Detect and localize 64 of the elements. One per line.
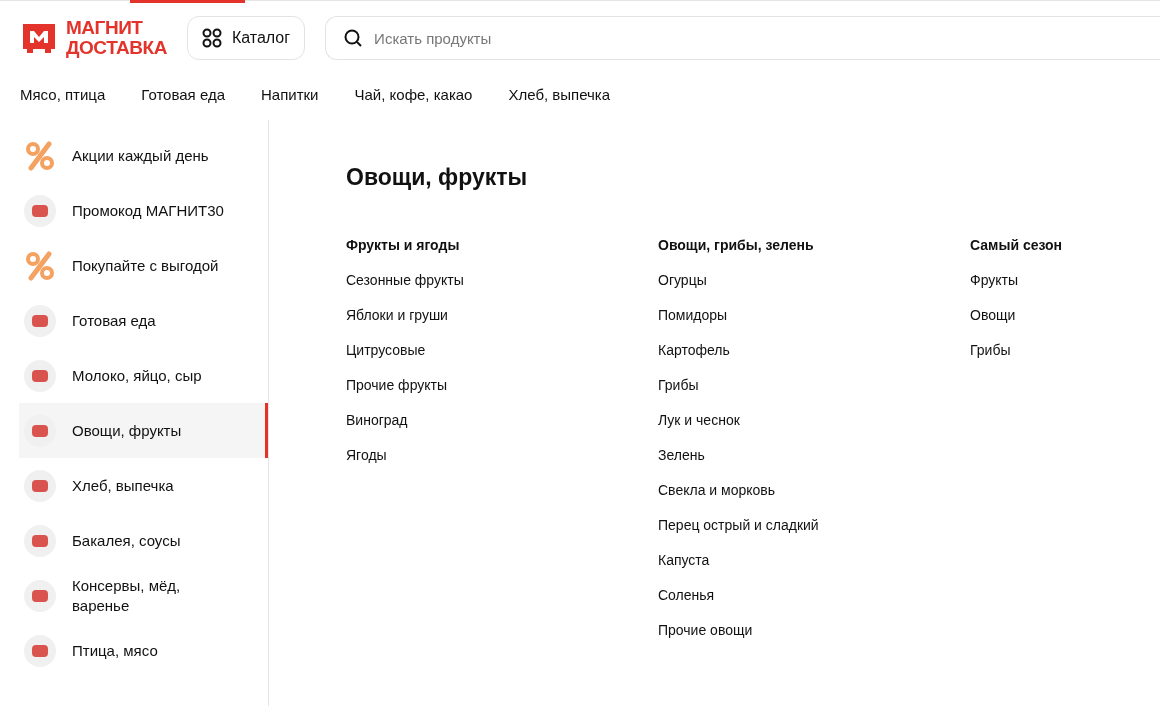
category-item[interactable]: Молоко, яйцо, сыр xyxy=(19,348,268,403)
subcategory-link[interactable]: Прочие фрукты xyxy=(346,374,448,410)
logo-text[interactable]: МАГНИТ ДОСТАВКА xyxy=(66,18,167,58)
category-item[interactable]: Акции каждый день xyxy=(19,128,268,183)
subcategory-link[interactable]: Виноград xyxy=(346,409,408,445)
category-label: Акции каждый день xyxy=(72,145,210,166)
category-label: Бакалея, соусы xyxy=(72,530,182,551)
nav-link[interactable]: Напитки xyxy=(261,84,319,104)
subcategory-link[interactable]: Капуста xyxy=(658,549,710,585)
category-item[interactable]: Овощи, фрукты xyxy=(19,403,268,458)
category-item[interactable]: Промокод МАГНИТ30 xyxy=(19,183,268,238)
category-label: Покупайте с выгодой xyxy=(72,255,220,276)
grid-icon xyxy=(201,28,222,48)
photo-placeholder xyxy=(24,359,56,392)
category-label: Промокод МАГНИТ30 xyxy=(72,200,225,221)
category-item[interactable]: Готовая еда xyxy=(19,293,268,348)
category-label: Птица, мясо xyxy=(72,640,159,661)
photo-placeholder xyxy=(24,194,56,227)
category-item[interactable]: Хлеб, выпечка xyxy=(19,458,268,513)
subcategory-link[interactable]: Картофель xyxy=(658,339,730,375)
subcategory-link[interactable]: Ягоды xyxy=(346,444,387,480)
subcategory-link[interactable]: Свекла и морковь xyxy=(658,479,775,515)
category-label: Хлеб, выпечка xyxy=(72,475,175,496)
category-item[interactable]: Покупайте с выгодой xyxy=(19,238,268,293)
photo-placeholder xyxy=(24,634,56,667)
catalog-button[interactable]: Каталог xyxy=(186,16,306,60)
subcategory-link[interactable]: Яблоки и груши xyxy=(346,304,448,340)
photo-placeholder xyxy=(24,414,56,447)
photo-placeholder xyxy=(24,524,56,557)
subcategory-link[interactable]: Грибы xyxy=(970,339,1011,375)
category-label: Консервы, мёд, варенье xyxy=(72,575,182,616)
subcategory-link[interactable]: Грибы xyxy=(658,374,699,410)
group-heading: Фрукты и ягоды xyxy=(346,235,461,255)
nav-link[interactable]: Чай, кофе, какао xyxy=(354,84,473,104)
subcategory-link[interactable]: Сезонные фрукты xyxy=(346,269,464,305)
category-item[interactable]: Консервы, мёд, варенье xyxy=(19,568,268,623)
subcategory-link[interactable]: Помидоры xyxy=(658,304,728,340)
category-item[interactable]: Бакалея, соусы xyxy=(19,513,268,568)
subcategory-link[interactable]: Прочие овощи xyxy=(658,619,753,655)
percent-icon xyxy=(24,139,56,172)
search-field[interactable]: Искать продукты xyxy=(325,16,1160,60)
nav-link[interactable]: Хлеб, выпечка xyxy=(508,84,611,104)
subcategory-link[interactable]: Лук и чеснок xyxy=(658,409,740,445)
group-heading: Самый сезон xyxy=(970,235,1064,255)
percent-icon xyxy=(24,249,56,282)
category-item[interactable]: Птица, мясо xyxy=(19,623,268,678)
subcategory-link[interactable]: Зелень xyxy=(658,444,705,480)
group-heading: Овощи, грибы, зелень xyxy=(658,235,815,255)
photo-placeholder xyxy=(24,469,56,502)
subcategory-link[interactable]: Овощи xyxy=(970,304,1016,340)
subcategory-link[interactable]: Огурцы xyxy=(658,269,707,305)
photo-placeholder xyxy=(24,579,56,612)
search-icon xyxy=(343,28,364,48)
subcategory-link[interactable]: Цитрусовые xyxy=(346,339,426,375)
category-label: Овощи, фрукты xyxy=(72,420,183,441)
category-label: Готовая еда xyxy=(72,310,157,331)
subcategory-link[interactable]: Фрукты xyxy=(970,269,1019,305)
nav-link[interactable]: Готовая еда xyxy=(141,84,225,104)
subcategory-link[interactable]: Соленья xyxy=(658,584,715,620)
subcategory-link[interactable]: Перец острый и сладкий xyxy=(658,514,819,550)
category-label: Молоко, яйцо, сыр xyxy=(72,365,203,386)
nav-link[interactable]: Мясо, птица xyxy=(20,84,106,104)
page-title: Овощи, фрукты xyxy=(346,163,529,192)
photo-placeholder xyxy=(24,304,56,337)
